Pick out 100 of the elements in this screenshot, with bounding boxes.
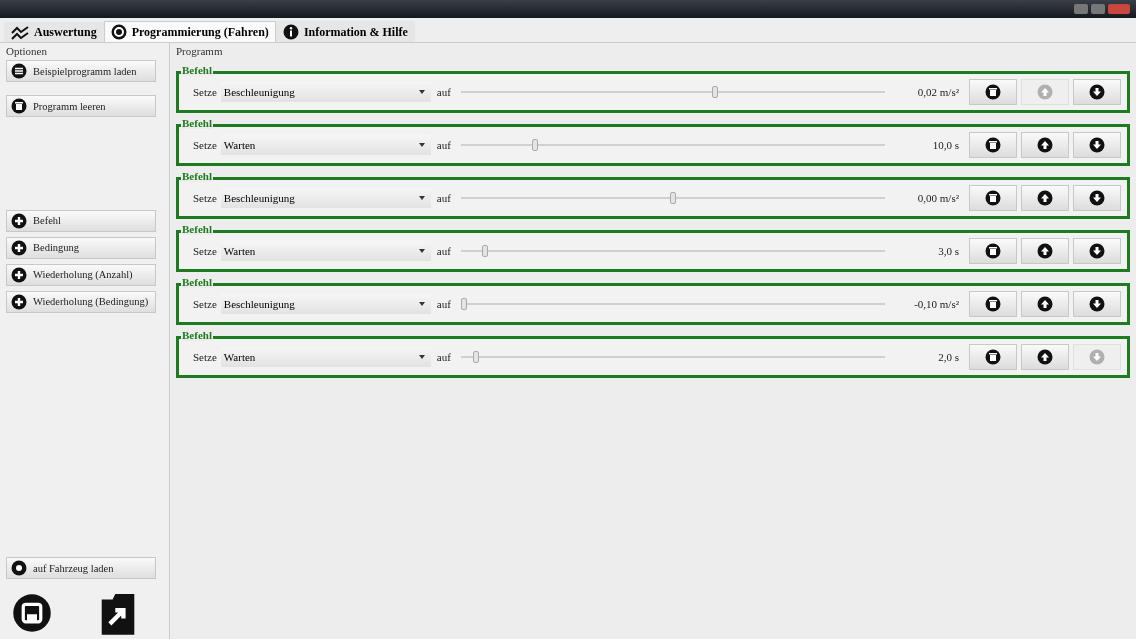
arrow-down-icon: [1089, 190, 1105, 206]
move-up-button[interactable]: [1021, 291, 1069, 317]
panel-title: Optionen: [6, 45, 48, 57]
slider-thumb[interactable]: [531, 139, 538, 151]
plus-icon: [11, 239, 27, 256]
group-label: Befehl: [181, 276, 213, 288]
bin-icon: [985, 137, 1001, 153]
connector-label: auf: [436, 139, 451, 151]
add-button[interactable]: Bedingung: [6, 236, 156, 259]
move-down-button[interactable]: [1073, 238, 1121, 264]
arrow-up-icon: [1037, 296, 1053, 312]
arrow-up-icon: [1037, 137, 1053, 153]
remove-button[interactable]: [969, 291, 1017, 317]
save-button[interactable]: [10, 591, 54, 635]
connector-label: auf: [436, 86, 451, 98]
prefix-label: Setze: [193, 86, 217, 98]
slider-thumb[interactable]: [481, 245, 488, 257]
add-button[interactable]: Befehl: [6, 209, 156, 232]
prefix-label: Setze: [193, 298, 217, 310]
action-dropdown[interactable]: Beschleunigung: [220, 294, 431, 314]
value-reading: 0,00 m/s²: [916, 192, 959, 204]
arrow-down-icon: [1089, 84, 1105, 100]
value-reading: 10,0 s: [931, 139, 959, 151]
connector-label: auf: [436, 245, 451, 257]
remove-button[interactable]: [969, 79, 1017, 105]
arrow-up-icon: [1037, 84, 1053, 100]
move-up-button[interactable]: [1021, 185, 1069, 211]
caret-icon: [418, 143, 425, 147]
chart-line-icon: [11, 25, 29, 40]
value-reading: 2,0 s: [937, 351, 959, 363]
target-icon: [110, 24, 127, 40]
connector-label: auf: [436, 351, 451, 363]
action-dropdown[interactable]: Warten: [220, 241, 431, 261]
group-label: Befehl: [181, 223, 213, 235]
slider-thumb[interactable]: [711, 86, 718, 98]
slider-thumb[interactable]: [669, 192, 676, 204]
bin-icon: [985, 84, 1001, 100]
action-dropdown[interactable]: Warten: [220, 135, 431, 155]
bin-icon: [11, 98, 27, 114]
value-reading: 3,0 s: [937, 245, 959, 257]
arrow-down-icon: [1089, 243, 1105, 259]
action-dropdown[interactable]: Beschleunigung: [220, 188, 431, 208]
group-label: Befehl: [181, 64, 213, 76]
slider-thumb[interactable]: [460, 298, 467, 310]
bin-icon: [985, 190, 1001, 206]
radio-icon: [11, 560, 27, 576]
tab[interactable]: Auswertung: [4, 22, 104, 42]
group-label: Befehl: [181, 117, 213, 129]
tab[interactable]: Programmierung (Fahren): [103, 21, 276, 42]
caret-icon: [418, 355, 425, 359]
remove-button[interactable]: [969, 132, 1017, 158]
list-icon: [11, 63, 27, 79]
sidebar-button[interactable]: Programm leeren: [6, 95, 156, 117]
plus-icon: [11, 293, 27, 310]
action-dropdown[interactable]: Beschleunigung: [220, 82, 431, 102]
group-label: Befehl: [181, 170, 213, 182]
value-reading: 0,02 m/s²: [916, 86, 959, 98]
remove-button[interactable]: [969, 238, 1017, 264]
caret-icon: [418, 249, 425, 253]
slider-thumb[interactable]: [473, 351, 480, 363]
arrow-down-icon: [1089, 296, 1105, 312]
bin-icon: [985, 243, 1001, 259]
group-label: Befehl: [181, 329, 213, 341]
move-up-button[interactable]: [1021, 344, 1069, 370]
value-reading: -0,10 m/s²: [913, 298, 959, 310]
prefix-label: Setze: [193, 192, 217, 204]
tab[interactable]: Information & Hilfe: [275, 21, 415, 42]
move-up-button[interactable]: [1021, 132, 1069, 158]
connector-label: auf: [436, 192, 451, 204]
add-button[interactable]: Wiederholung (Bedingung): [6, 290, 156, 313]
sidebar-button[interactable]: Beispielprogramm laden: [6, 60, 156, 82]
save-icon: [12, 593, 52, 633]
arrow-down-icon: [1089, 137, 1105, 153]
bin-icon: [985, 349, 1001, 365]
move-up-button[interactable]: [1021, 238, 1069, 264]
caret-icon: [418, 90, 425, 94]
move-down-button[interactable]: [1073, 291, 1121, 317]
prefix-label: Setze: [193, 245, 217, 257]
move-down-button[interactable]: [1073, 132, 1121, 158]
move-down-button[interactable]: [1073, 185, 1121, 211]
info-icon: [282, 24, 299, 40]
arrow-up-icon: [1037, 190, 1053, 206]
remove-button[interactable]: [969, 344, 1017, 370]
plus-icon: [11, 212, 27, 229]
move-down-button[interactable]: [1073, 79, 1121, 105]
prefix-label: Setze: [193, 351, 217, 363]
plus-icon: [11, 266, 27, 283]
caret-icon: [418, 302, 425, 306]
upload-button[interactable]: auf Fahrzeug laden: [6, 557, 156, 579]
export-icon: [99, 591, 137, 635]
arrow-up-icon: [1037, 349, 1053, 365]
remove-button[interactable]: [969, 185, 1017, 211]
arrow-down-icon: [1089, 349, 1105, 365]
connector-label: auf: [436, 298, 451, 310]
bin-icon: [985, 296, 1001, 312]
caret-icon: [418, 196, 425, 200]
add-button[interactable]: Wiederholung (Anzahl): [6, 263, 156, 286]
action-dropdown[interactable]: Warten: [220, 347, 431, 367]
arrow-up-icon: [1037, 243, 1053, 259]
panel-title: Programm: [176, 45, 224, 57]
